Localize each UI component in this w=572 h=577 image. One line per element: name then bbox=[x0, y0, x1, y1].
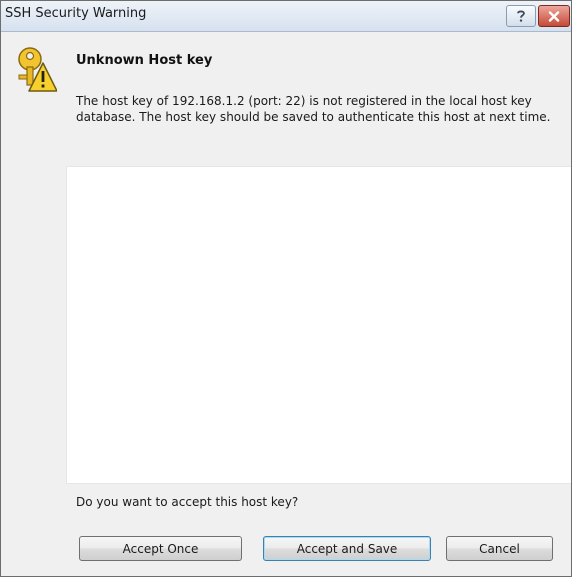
help-icon bbox=[517, 10, 525, 22]
ssh-security-warning-dialog: SSH Security Warning Unknown Host key Th… bbox=[0, 0, 572, 577]
host-key-fingerprint-panel bbox=[66, 166, 571, 484]
warning-message: The host key of 192.168.1.2 (port: 22) i… bbox=[76, 93, 566, 125]
message-line: The host key of 192.168.1.2 (port: 22) i… bbox=[76, 94, 532, 108]
cancel-button[interactable]: Cancel bbox=[446, 536, 553, 561]
window-title: SSH Security Warning bbox=[5, 6, 147, 21]
close-button[interactable] bbox=[538, 5, 570, 27]
dialog-heading: Unknown Host key bbox=[76, 53, 213, 68]
close-icon bbox=[548, 10, 560, 22]
help-button[interactable] bbox=[506, 5, 536, 27]
title-bar[interactable]: SSH Security Warning bbox=[1, 1, 571, 32]
warning-key-icon bbox=[18, 47, 57, 92]
message-line: database. The host key should be saved t… bbox=[76, 110, 551, 124]
accept-once-button[interactable]: Accept Once bbox=[79, 536, 242, 561]
accept-and-save-button[interactable]: Accept and Save bbox=[263, 536, 431, 561]
accept-question: Do you want to accept this host key? bbox=[76, 495, 299, 509]
